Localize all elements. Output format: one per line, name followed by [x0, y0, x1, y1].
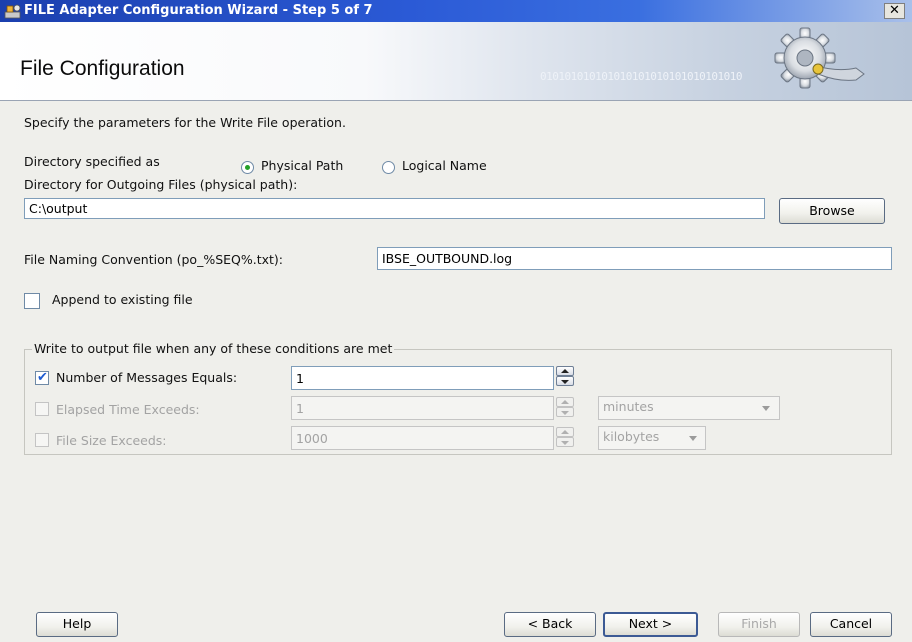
- checkmark-icon: ✔: [37, 370, 48, 385]
- arrow-down-icon: [561, 411, 569, 415]
- size-checkbox[interactable]: [35, 433, 49, 447]
- conditions-legend: Write to output file when any of these c…: [32, 341, 395, 356]
- arrow-up-icon: [561, 400, 569, 404]
- page-title: File Configuration: [20, 57, 185, 80]
- spinner-down-button[interactable]: [556, 407, 574, 417]
- messages-spinner[interactable]: [556, 366, 574, 386]
- help-button[interactable]: Help: [36, 612, 118, 637]
- cancel-button[interactable]: Cancel: [810, 612, 892, 637]
- size-unit-value: kilobytes: [603, 429, 660, 444]
- elapsed-unit-select[interactable]: minutes: [598, 396, 780, 420]
- gear-icon: [774, 27, 865, 89]
- window-title: FILE Adapter Configuration Wizard - Step…: [24, 3, 373, 18]
- elapsed-spinner[interactable]: [556, 397, 574, 417]
- radio-logical-name-label[interactable]: Logical Name: [402, 158, 487, 173]
- chevron-down-icon: [762, 406, 770, 411]
- file-naming-label: File Naming Convention (po_%SEQ%.txt):: [24, 252, 284, 267]
- directory-input[interactable]: [24, 198, 765, 219]
- size-label[interactable]: File Size Exceeds:: [56, 433, 167, 448]
- browse-button[interactable]: Browse: [779, 198, 885, 224]
- wizard-header-banner: File Configuration 010101010101010101010…: [0, 22, 912, 101]
- next-button[interactable]: Next >: [603, 612, 698, 637]
- arrow-down-icon: [561, 380, 569, 384]
- spinner-up-button[interactable]: [556, 366, 574, 376]
- radio-physical-path[interactable]: [241, 161, 254, 174]
- elapsed-input[interactable]: [291, 396, 554, 420]
- size-unit-select[interactable]: kilobytes: [598, 426, 706, 450]
- close-button[interactable]: ✕: [884, 3, 905, 19]
- adapter-app-icon: [4, 4, 21, 19]
- finish-button[interactable]: Finish: [718, 612, 800, 637]
- binary-decoration: 010101010101010101010101010101010: [540, 70, 743, 83]
- spinner-up-button[interactable]: [556, 427, 574, 437]
- spinner-down-button[interactable]: [556, 376, 574, 386]
- messages-checkbox[interactable]: ✔: [35, 370, 49, 385]
- back-button[interactable]: < Back: [504, 612, 596, 637]
- append-checkbox[interactable]: [24, 293, 40, 309]
- close-icon: ✕: [889, 3, 900, 18]
- messages-input[interactable]: [291, 366, 554, 390]
- spinner-up-button[interactable]: [556, 397, 574, 407]
- elapsed-checkbox[interactable]: [35, 402, 49, 416]
- arrow-up-icon: [561, 430, 569, 434]
- append-label[interactable]: Append to existing file: [52, 292, 193, 307]
- directory-field-label: Directory for Outgoing Files (physical p…: [24, 177, 298, 192]
- chevron-down-icon: [689, 436, 697, 441]
- messages-label[interactable]: Number of Messages Equals:: [56, 370, 237, 385]
- directory-specified-label: Directory specified as: [24, 154, 160, 169]
- file-naming-input[interactable]: [377, 247, 892, 270]
- elapsed-label[interactable]: Elapsed Time Exceeds:: [56, 402, 200, 417]
- spinner-down-button[interactable]: [556, 437, 574, 447]
- size-input[interactable]: [291, 426, 554, 450]
- elapsed-unit-value: minutes: [603, 399, 654, 414]
- arrow-up-icon: [561, 369, 569, 373]
- radio-logical-name[interactable]: [382, 161, 395, 174]
- arrow-down-icon: [561, 441, 569, 445]
- instruction-text: Specify the parameters for the Write Fil…: [24, 115, 346, 130]
- size-spinner[interactable]: [556, 427, 574, 447]
- radio-physical-path-label[interactable]: Physical Path: [261, 158, 343, 173]
